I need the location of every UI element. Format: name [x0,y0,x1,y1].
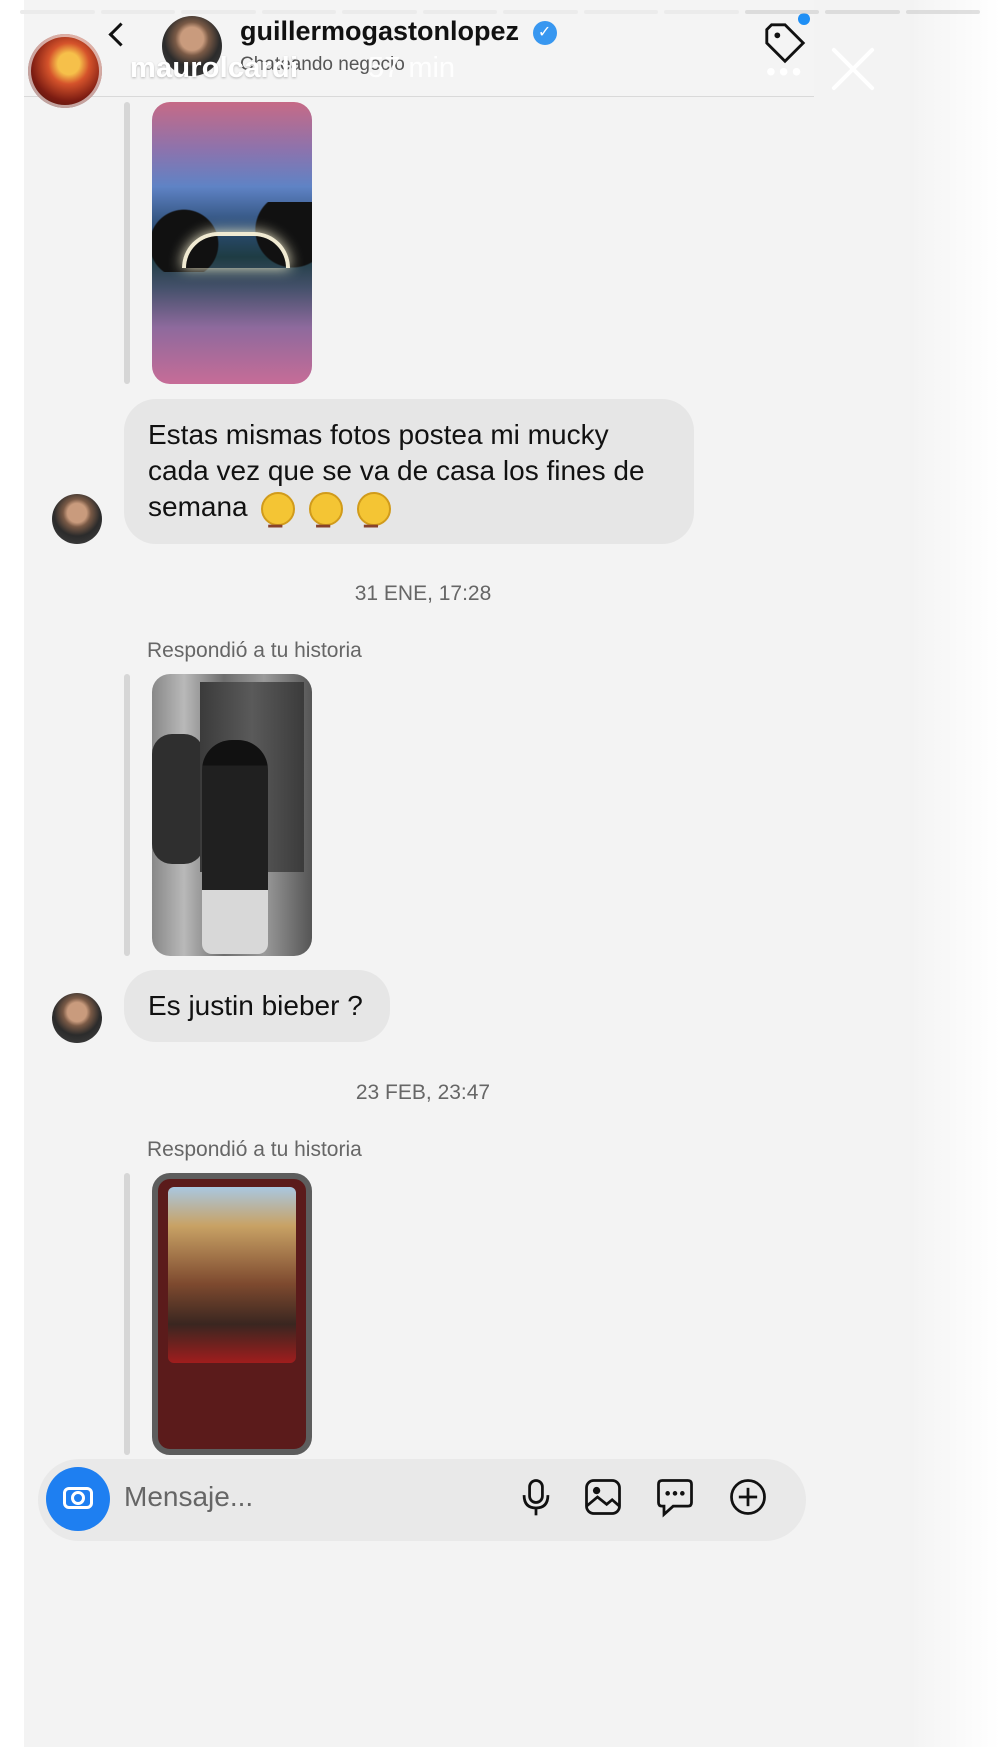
left-margin [0,0,24,1747]
plus-icon[interactable] [726,1475,770,1519]
story-progress-segment [20,10,95,14]
microphone-icon[interactable] [514,1475,558,1519]
laughing-emoji-icon [309,491,344,535]
story-progress-bar [20,10,980,14]
reply-line [124,1173,130,1455]
story-progress-segment [744,10,819,14]
right-margin [914,0,1000,1747]
story-progress-segment [422,10,497,14]
sticker-icon[interactable] [653,1475,697,1519]
timestamp-separator: 31 ENE, 17:28 [354,582,492,605]
story-time: 57 min [368,52,456,84]
story-thumbnail[interactable] [152,102,312,384]
message-bubble[interactable]: Estas mismas fotos postea mi mucky cada … [124,399,694,544]
laughing-emoji-icon [356,491,391,535]
bridge-lights [182,232,290,268]
image-icon[interactable] [581,1475,625,1519]
story-progress-segment [100,10,175,14]
story-progress-segment [825,10,900,14]
message-bubble[interactable]: Es justin bieber ? [124,970,390,1042]
replied-to-story-label: Respondió a tu historia [147,639,362,662]
story-username[interactable]: maurolcardi [130,52,298,85]
message-text: Es justin bieber ? [148,990,363,1021]
story-progress-segment [664,10,739,14]
story-avatar[interactable] [28,34,102,108]
message-composer: Mensaje... [38,1459,806,1541]
message-text: Estas mismas fotos postea mi mucky cada … [148,419,645,522]
story-thumbnail[interactable] [152,1173,312,1455]
camera-button[interactable] [46,1467,110,1531]
story-thumbnail[interactable] [152,674,312,956]
story-progress-segment [583,10,658,14]
message-input[interactable]: Mensaje... [124,1481,253,1513]
laughing-emoji-icon [261,491,296,535]
sender-avatar[interactable] [52,993,102,1043]
story-progress-segment [181,10,256,14]
close-icon[interactable] [828,44,878,94]
plant-silhouette [152,734,204,864]
story-progress-segment [905,10,980,14]
reply-line [124,674,130,956]
reply-line [124,102,130,384]
story-header: maurolcardi 57 min [0,0,1000,112]
camera-lens-icon [71,1491,85,1505]
person-silhouette [202,740,268,954]
story-progress-segment [342,10,417,14]
story-caption-text [168,1375,296,1435]
timestamp-separator: 23 FEB, 23:47 [355,1081,491,1104]
story-progress-segment [261,10,336,14]
replied-to-story-label: Respondió a tu historia [147,1138,362,1161]
sender-avatar[interactable] [52,494,102,544]
palace-image [168,1187,296,1363]
story-progress-segment [503,10,578,14]
